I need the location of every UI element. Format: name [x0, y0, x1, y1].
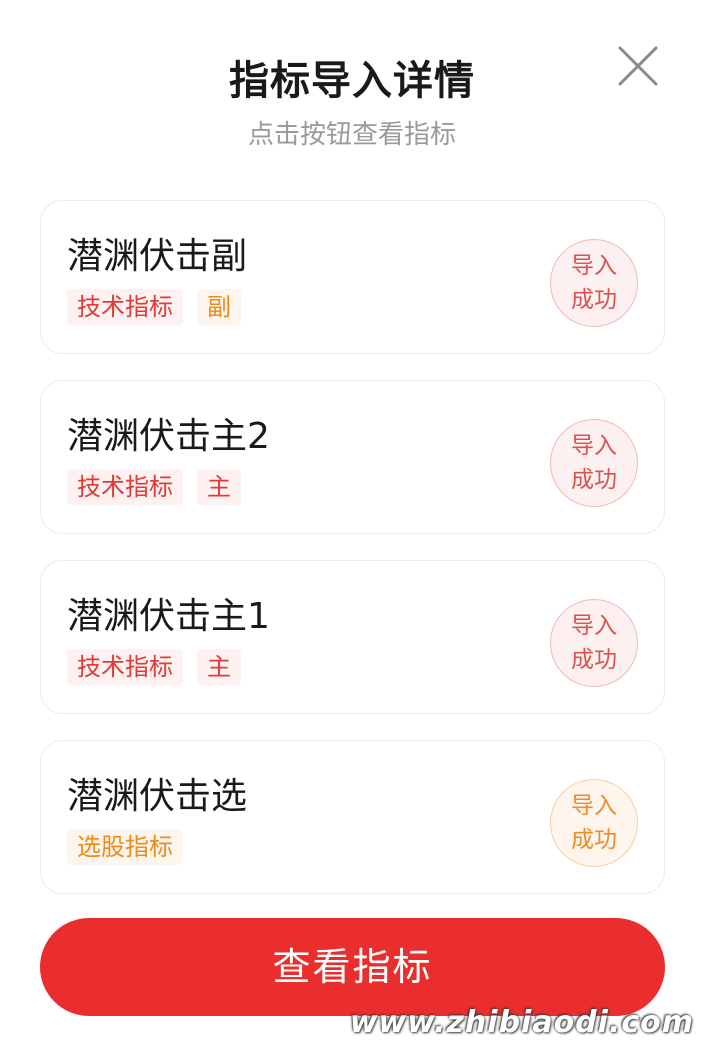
type-tag: 选股指标: [67, 829, 183, 865]
indicator-card[interactable]: 潜渊伏击主1 技术指标 主 导入 成功: [40, 560, 665, 714]
indicator-card[interactable]: 潜渊伏击副 技术指标 副 导入 成功: [40, 200, 665, 354]
category-tag: 主: [197, 649, 241, 685]
indicator-list: 潜渊伏击副 技术指标 副 导入 成功 潜渊伏击主2 技术指标 主 导入 成功 潜…: [40, 200, 665, 920]
import-success-stamp: 导入 成功: [550, 779, 638, 867]
indicator-name: 潜渊伏击主1: [67, 596, 270, 637]
stamp-line-1: 导入: [571, 613, 617, 639]
category-tag: 副: [197, 289, 241, 325]
import-success-stamp: 导入 成功: [550, 419, 638, 507]
indicator-name: 潜渊伏击主2: [67, 416, 270, 457]
indicator-name: 潜渊伏击副: [67, 236, 248, 277]
type-tag: 技术指标: [67, 289, 183, 325]
type-tag: 技术指标: [67, 469, 183, 505]
tag-group: 技术指标 主: [67, 469, 241, 505]
indicator-card[interactable]: 潜渊伏击选 选股指标 导入 成功: [40, 740, 665, 894]
stamp-line-2: 成功: [571, 827, 617, 853]
stamp-line-2: 成功: [571, 287, 617, 313]
tag-group: 技术指标 副: [67, 289, 241, 325]
close-button[interactable]: [616, 44, 660, 88]
stamp-line-1: 导入: [571, 253, 617, 279]
import-success-stamp: 导入 成功: [550, 239, 638, 327]
stamp-line-1: 导入: [571, 793, 617, 819]
dialog-subtitle: 点击按钮查看指标: [247, 120, 456, 150]
import-success-stamp: 导入 成功: [550, 599, 638, 687]
site-watermark: www.zhibiaodi.com: [349, 1005, 694, 1040]
stamp-line-1: 导入: [571, 433, 617, 459]
tag-group: 选股指标: [67, 829, 183, 865]
type-tag: 技术指标: [67, 649, 183, 685]
indicator-name: 潜渊伏击选: [67, 776, 248, 817]
stamp-line-2: 成功: [571, 467, 617, 493]
dialog-title: 指标导入详情: [229, 58, 475, 104]
tag-group: 技术指标 主: [67, 649, 241, 685]
import-details-dialog: 指标导入详情 点击按钮查看指标 潜渊伏击副 技术指标 副 导入 成功 潜渊伏击主…: [0, 0, 704, 1056]
close-icon: [618, 46, 658, 86]
category-tag: 主: [197, 469, 241, 505]
stamp-line-2: 成功: [571, 647, 617, 673]
indicator-card[interactable]: 潜渊伏击主2 技术指标 主 导入 成功: [40, 380, 665, 534]
view-indicators-button[interactable]: 查看指标: [40, 918, 665, 1016]
